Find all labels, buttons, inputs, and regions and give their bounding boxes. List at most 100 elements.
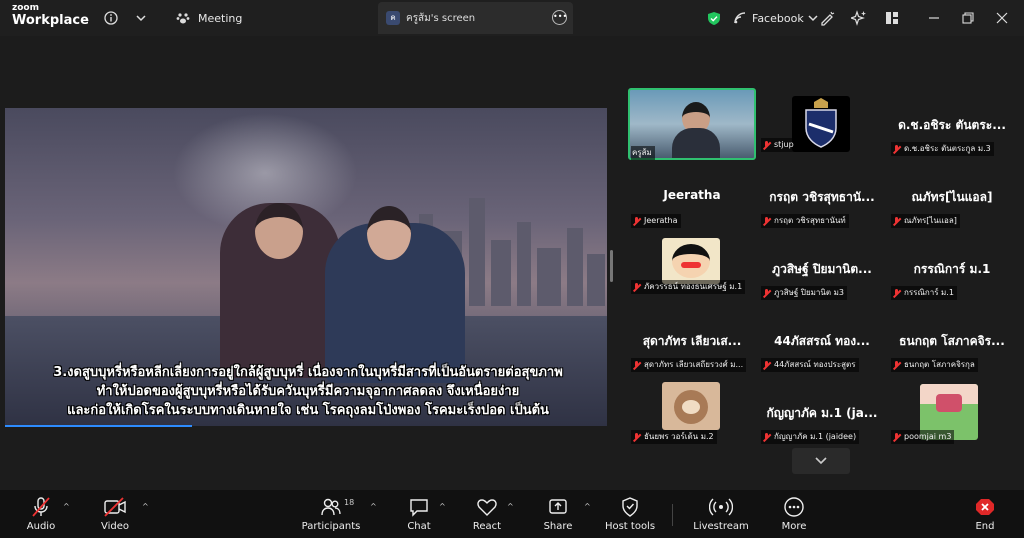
- ai-companion-icon[interactable]: [851, 8, 867, 28]
- close-icon[interactable]: [996, 8, 1008, 28]
- shield-icon[interactable]: [707, 8, 721, 28]
- mic-muted-icon: [632, 360, 641, 370]
- participant-display-name: สุดาภัทร เลียวเส...: [642, 334, 742, 348]
- participant-name: ภัควรรธน์ ทองธนเศรษฐ์ ม.1: [631, 280, 746, 294]
- mic-muted-icon: [762, 432, 771, 442]
- participant-tile[interactable]: stjup: [758, 96, 886, 158]
- participant-tile[interactable]: ณภัทร[ไนแอล] ณภัทร[ไนแอล]: [888, 180, 1016, 242]
- participant-tile[interactable]: ครูส้ม: [628, 88, 756, 160]
- gallery-next-page-button[interactable]: [792, 448, 850, 474]
- participant-name: ธันยพร วอร์เด้น ม.2: [631, 430, 717, 444]
- mic-muted-icon: [892, 144, 901, 154]
- audio-label: Audio: [26, 521, 56, 532]
- participant-tile[interactable]: ธนกฤต โสภาคจิร... ธนกฤต โสภาคจิรกุล: [888, 324, 1016, 386]
- participant-display-name: Jeeratha: [663, 188, 721, 202]
- participant-tile[interactable]: poomjai m3: [888, 382, 1016, 444]
- chevron-down-icon: [815, 457, 827, 465]
- host-tools-button[interactable]: Host tools: [595, 496, 665, 532]
- participant-name: ธนกฤต โสภาคจิรกุล: [891, 358, 978, 372]
- audio-options-caret[interactable]: ^: [63, 502, 70, 511]
- minimize-icon[interactable]: [928, 8, 940, 28]
- participant-display-name: กัญญาภัค ม.1 (ja...: [766, 406, 878, 420]
- mic-muted-icon: [892, 288, 901, 298]
- meeting-info-icon[interactable]: [104, 8, 118, 28]
- screen-share-tab[interactable]: ค ครูส้ม's screen •••: [378, 2, 573, 34]
- participant-tile[interactable]: ภูวสิษฐ์ ปิยมานิต... ภูวสิษฐ์ ปิยมานิต ม…: [758, 252, 886, 314]
- participant-name: 44ภัสสรณ์ ทองประสูตร: [761, 358, 859, 372]
- chevron-down-icon: [808, 15, 818, 22]
- host-tools-label: Host tools: [604, 521, 656, 532]
- view-layout-icon[interactable]: [885, 8, 899, 28]
- sharer-avatar: ค: [386, 11, 400, 25]
- logo-bottom: Workplace: [12, 13, 89, 28]
- participants-label: Participants: [301, 521, 361, 532]
- livestream-facebook-button[interactable]: Facebook: [733, 8, 818, 28]
- livestream-button[interactable]: Livestream: [686, 496, 756, 532]
- mic-muted-icon: [892, 216, 901, 226]
- toolbar-divider: [672, 504, 673, 526]
- more-button[interactable]: More: [759, 496, 829, 532]
- panel-resize-handle[interactable]: [610, 250, 613, 282]
- shield-icon: [595, 496, 665, 518]
- participant-name: กัญญาภัค ม.1 (jaidee): [761, 430, 860, 444]
- participant-display-name: ด.ช.อชิระ ตันตระ...: [898, 118, 1006, 132]
- share-options-caret[interactable]: ^: [584, 502, 591, 511]
- participant-display-name: 44ภัสสรณ์ ทอง...: [774, 334, 870, 348]
- restore-icon[interactable]: [962, 8, 974, 28]
- participant-display-name: ณภัทร[ไนแอล]: [911, 190, 993, 204]
- video-label: Video: [100, 521, 130, 532]
- participant-name: poomjai m3: [891, 430, 955, 444]
- video-off-icon: [80, 496, 150, 518]
- end-button[interactable]: End: [950, 496, 1020, 532]
- participant-tile[interactable]: ภัควรรธน์ ทองธนเศรษฐ์ ม.1: [628, 238, 756, 300]
- more-label: More: [781, 521, 807, 532]
- participants-options-caret[interactable]: ^: [370, 502, 377, 511]
- participant-avatar: [792, 96, 850, 152]
- participant-display-name: ธนกฤต โสภาคจิร...: [899, 334, 1005, 348]
- slide-caption: 3.งดสูบบุหรี่หรือหลีกเลี่ยงการอยู่ใกล้ผู…: [13, 363, 603, 420]
- livestream-label: Livestream: [693, 521, 749, 532]
- participant-tile[interactable]: Jeeratha Jeeratha: [628, 180, 756, 242]
- zoom-window: zoom Workplace Meeting ค ครูส้ม's screen…: [0, 0, 1024, 538]
- participant-name: Jeeratha: [631, 214, 681, 228]
- share-screen-icon: [523, 496, 593, 518]
- participant-avatar: [662, 238, 720, 284]
- zoom-logo: zoom Workplace: [12, 4, 89, 28]
- mic-muted-icon: [762, 216, 771, 226]
- react-options-caret[interactable]: ^: [507, 502, 514, 511]
- participant-display-name: ภูวสิษฐ์ ปิยมานิต...: [772, 262, 872, 276]
- react-label: React: [472, 521, 502, 532]
- mic-muted-icon: [892, 432, 901, 442]
- meeting-tab[interactable]: Meeting: [176, 8, 242, 28]
- mic-muted-icon: [892, 360, 901, 370]
- more-options-icon[interactable]: •••: [552, 10, 567, 25]
- participant-tile[interactable]: สุดาภัทร เลียวเส... สุดาภัทร เลียวเสถียร…: [628, 324, 756, 386]
- more-icon: [759, 496, 829, 518]
- video-button[interactable]: Video: [80, 496, 150, 532]
- participant-tile[interactable]: กรรณิการ์ ม.1 กรรณิการ์ ม.1: [888, 252, 1016, 314]
- top-bar: zoom Workplace Meeting ค ครูส้ม's screen…: [0, 0, 1024, 36]
- participant-tile[interactable]: 44ภัสสรณ์ ทอง... 44ภัสสรณ์ ทองประสูตร: [758, 324, 886, 386]
- participant-tile[interactable]: ธันยพร วอร์เด้น ม.2: [628, 382, 756, 444]
- chevron-down-icon[interactable]: [136, 8, 146, 28]
- share-tab-title: ครูส้ม's screen: [406, 12, 476, 24]
- participant-name: ภูวสิษฐ์ ปิยมานิต ม3: [761, 286, 847, 300]
- participant-display-name: กรรณิการ์ ม.1: [913, 262, 991, 276]
- annotate-icon[interactable]: [819, 8, 835, 28]
- participant-avatar: [662, 382, 720, 430]
- chat-options-caret[interactable]: ^: [439, 502, 446, 511]
- participant-name: กรรณิการ์ ม.1: [891, 286, 957, 300]
- share-button[interactable]: Share: [523, 496, 593, 532]
- caption-line: 3.งดสูบบุหรี่หรือหลีกเลี่ยงการอยู่ใกล้ผู…: [53, 365, 563, 380]
- facebook-label: Facebook: [752, 11, 804, 25]
- mic-muted-icon: [762, 140, 771, 150]
- participant-tile[interactable]: กรฤต วชิรสุทธานั... กรฤต วชิรสุทธานันท์: [758, 180, 886, 242]
- livestream-icon: [686, 496, 756, 518]
- participants-button[interactable]: Participants: [296, 496, 366, 532]
- participant-tile[interactable]: ด.ช.อชิระ ตันตระ... ด.ช.อชิระ ตันตระกูล …: [888, 108, 1016, 170]
- video-options-caret[interactable]: ^: [142, 502, 149, 511]
- participants-count: 18: [344, 498, 355, 507]
- participant-name: ณภัทร[ไนแอล]: [891, 214, 960, 228]
- mic-muted-icon: [632, 216, 641, 226]
- share-label: Share: [543, 521, 573, 532]
